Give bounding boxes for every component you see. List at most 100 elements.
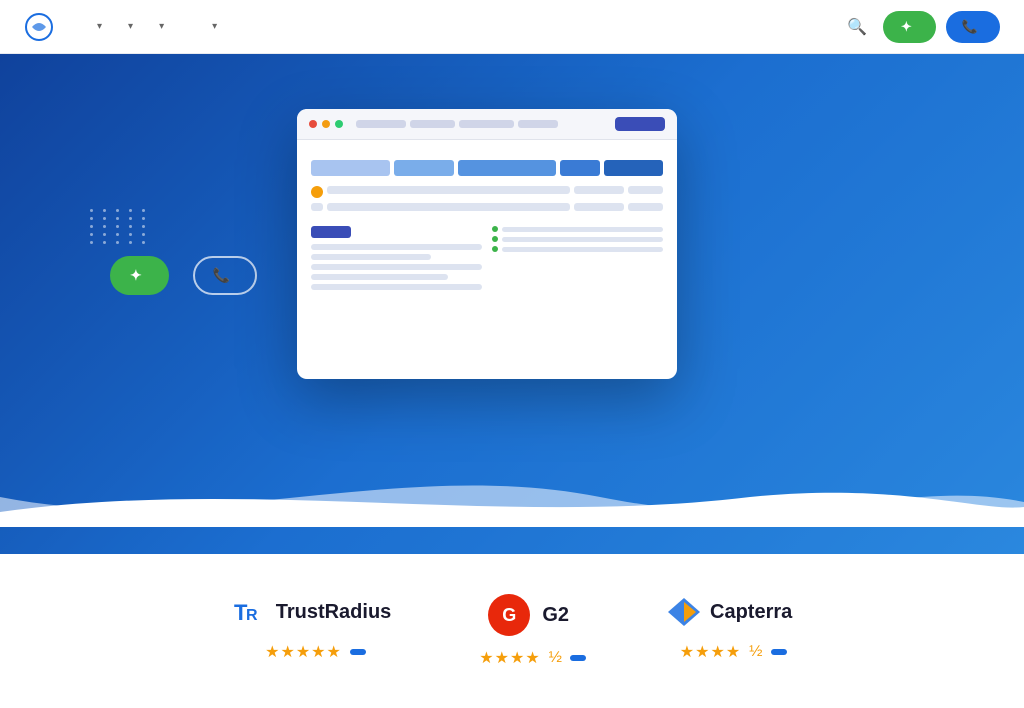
capterra-icon [666,594,702,630]
mock-cell [574,186,624,194]
mock-topbar [297,109,677,140]
mock-status-dot [311,186,323,198]
nav-item-login[interactable] [229,21,249,33]
reviews-section: T R TrustRadius ★★★★★ G G2 ★★★★½ [0,554,1024,708]
g2-review: G G2 ★★★★½ [471,594,586,668]
logo-icon [24,12,54,42]
mock-tab-4 [518,120,558,128]
mock-email-row [492,246,663,252]
trustradius-logo: T R TrustRadius [232,594,392,630]
mock-email-row [492,236,663,242]
chevron-down-icon: ▾ [97,21,102,32]
navbar-actions: 🔍 ✦ 📞 [841,11,1000,43]
mock-cell [327,186,570,194]
capterra-logo: Capterra [666,594,792,630]
g2-name: G2 [542,604,569,627]
trustradius-badge [350,649,366,655]
nav-item-industries[interactable]: ▾ [145,15,174,38]
hero-cta-group: ✦ 📞 [110,256,257,295]
wave-separator [0,457,1024,527]
mock-email-row [492,226,663,232]
mock-email-line [502,227,663,232]
mock-email-line [502,247,663,252]
status-green-dot [492,246,498,252]
mock-body [297,140,677,306]
g2-badge [570,655,586,661]
mock-table-row-2 [311,203,663,211]
hero-text-block: ✦ 📞 [110,183,257,306]
mock-table-row-1 [311,186,663,198]
phone-icon: 📞 [213,267,230,284]
mock-line [311,274,448,280]
chevron-down-icon: ▾ [212,21,217,32]
hero-content: ✦ 📞 [0,54,1024,459]
g2-score-row: ★★★★½ [471,648,586,668]
mock-stage-1 [311,160,390,176]
mock-expand-dot [335,120,343,128]
nav-item-pricing[interactable] [176,21,196,33]
trustradius-score-row: ★★★★★ [257,642,366,662]
svg-text:R: R [246,607,258,624]
mock-tabs [356,120,610,128]
try-free-button[interactable]: ✦ [883,11,936,43]
trustradius-stars: ★★★★★ [265,642,342,662]
phone-icon: 📞 [962,19,978,35]
mock-stage-2 [394,160,453,176]
mock-tab-3 [459,120,514,128]
mock-stage-5 [604,160,663,176]
nav-item-how-different[interactable]: ▾ [114,15,143,38]
navbar: ▾ ▾ ▾ ▾ 🔍 ✦ 📞 [0,0,1024,54]
capterra-stars: ★★★★ [680,642,741,662]
g2-icon: G [488,594,530,636]
mock-line [311,254,431,260]
capterra-name: Capterra [710,601,792,624]
mock-minimize-dot [322,120,330,128]
hero-section: const grid = document.querySelector('.do… [0,54,1024,554]
g2-logo: G G2 [488,594,569,636]
capterra-badge [771,649,787,655]
trustradius-review: T R TrustRadius ★★★★★ [232,594,392,662]
nav-menu: ▾ ▾ ▾ ▾ [83,15,841,38]
hero-title [110,183,257,227]
mock-close-dot [309,120,317,128]
trustradius-name: TrustRadius [276,601,392,624]
g2-stars: ★★★★ [479,648,540,668]
sparkle-icon: ✦ [901,19,912,35]
sparkle-icon: ✦ [130,267,142,284]
mock-bottom-panels [311,221,663,294]
mock-line [311,244,482,250]
mock-pipeline [311,160,663,176]
nav-item-sales-solutions[interactable]: ▾ [83,15,112,38]
mock-cell [574,203,624,211]
mock-tab-1 [356,120,406,128]
mock-cell [311,203,323,211]
mock-email-panel [492,221,663,294]
trustradius-icon: T R [232,594,268,630]
nav-item-resources[interactable]: ▾ [198,15,227,38]
hero-book-demo-button[interactable]: 📞 [193,256,257,295]
mock-cell [628,186,663,194]
mock-agenda-button [311,226,351,238]
capterra-review: Capterra ★★★★ ½ [666,594,792,662]
mock-agenda-panel [311,221,482,294]
logo[interactable] [24,12,61,42]
chevron-down-icon: ▾ [159,21,164,32]
hero-try-free-button[interactable]: ✦ [110,256,169,295]
request-demo-button[interactable]: 📞 [946,11,1000,43]
crm-mockup [297,109,677,379]
mock-action-button [615,117,665,131]
search-button[interactable]: 🔍 [841,11,873,43]
mock-cell [327,203,570,211]
status-green-dot [492,236,498,242]
capterra-half-star: ½ [749,643,762,661]
search-icon: 🔍 [847,19,867,36]
mock-cell [628,203,663,211]
mock-line [311,264,482,270]
mock-tab-2 [410,120,455,128]
capterra-score-row: ★★★★ ½ [672,642,787,662]
chevron-down-icon: ▾ [128,21,133,32]
mock-email-line [502,237,663,242]
wave-svg [0,457,1024,527]
status-green-dot [492,226,498,232]
mock-stage-4 [560,160,600,176]
